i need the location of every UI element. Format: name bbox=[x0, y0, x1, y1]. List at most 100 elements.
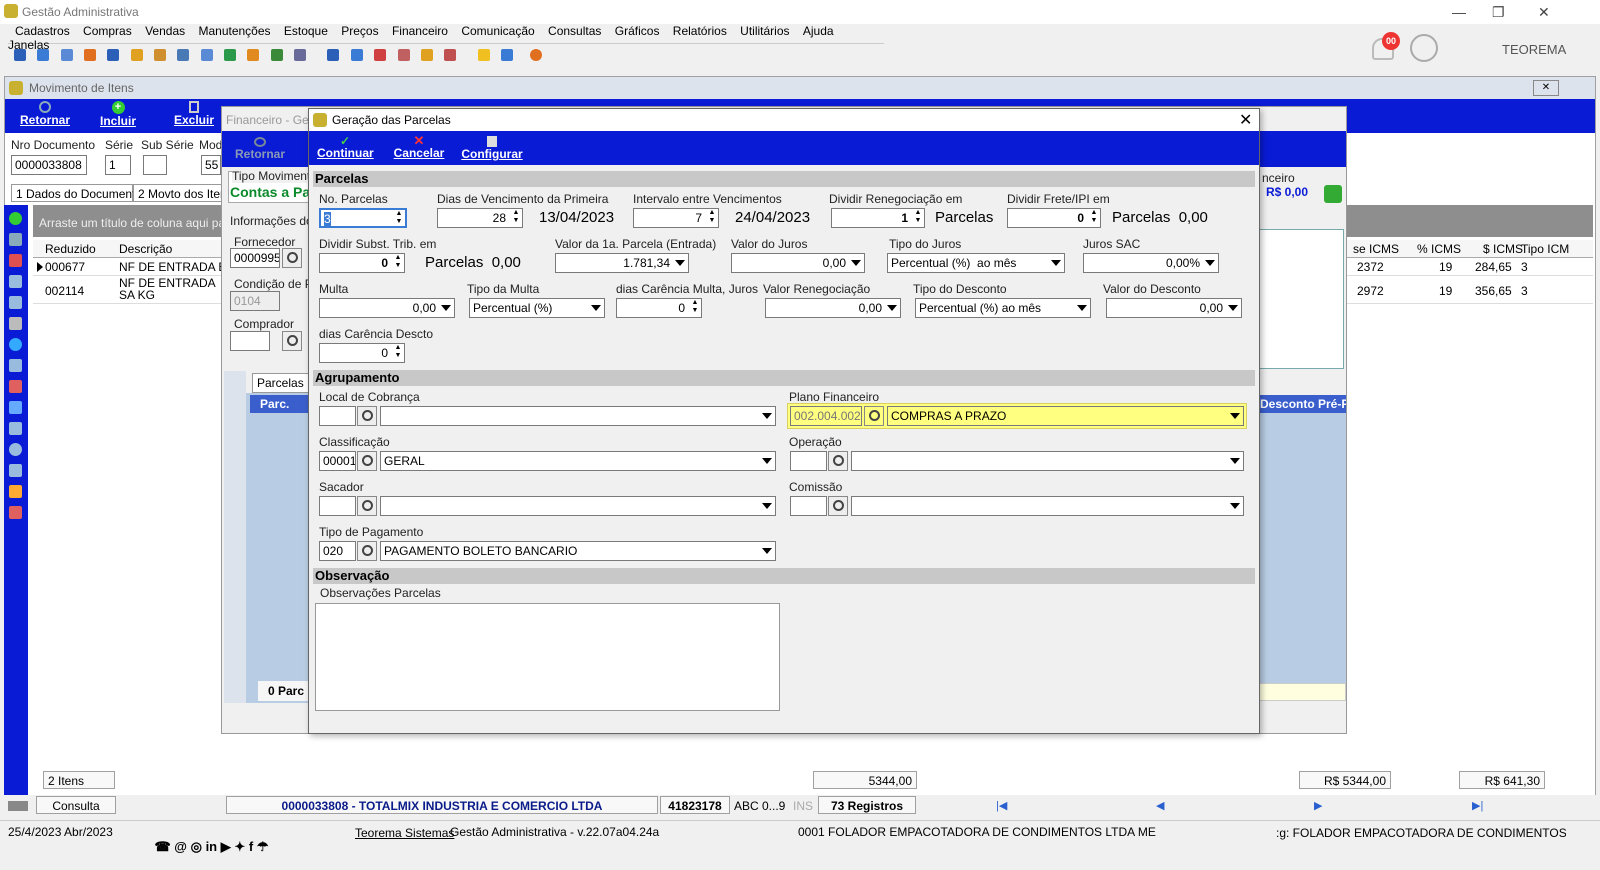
close-icon[interactable]: ✕ bbox=[1538, 4, 1550, 21]
sidebar-icon[interactable] bbox=[9, 275, 22, 288]
col-val-icms[interactable]: $ ICMS bbox=[1483, 242, 1523, 256]
chevron-down-icon[interactable] bbox=[762, 458, 772, 464]
sidebar-icon[interactable] bbox=[9, 506, 22, 519]
sidebar-icon[interactable] bbox=[9, 485, 22, 498]
chevron-down-icon[interactable] bbox=[851, 260, 861, 266]
search-icon[interactable] bbox=[828, 451, 848, 471]
chevron-down-icon[interactable] bbox=[675, 260, 685, 266]
obs-parcelas-textarea[interactable] bbox=[315, 603, 780, 711]
valor-juros-input[interactable]: 0,00 bbox=[731, 253, 865, 273]
search-icon[interactable] bbox=[357, 451, 377, 471]
toolbar-icon[interactable] bbox=[327, 49, 340, 61]
sidebar-icon[interactable] bbox=[9, 359, 22, 372]
local-cobranca-select[interactable] bbox=[380, 406, 776, 426]
configurar-button[interactable]: Configurar bbox=[461, 136, 523, 161]
toolbar-icon[interactable] bbox=[294, 49, 307, 61]
operacao-code[interactable] bbox=[790, 451, 827, 471]
menu-cadastros[interactable]: Cadastros bbox=[15, 24, 70, 38]
valor-desconto-input[interactable]: 0,00 bbox=[1106, 298, 1242, 318]
financeiro-retornar-button[interactable]: Retornar bbox=[234, 137, 286, 161]
toolbar-icon[interactable] bbox=[84, 49, 97, 61]
sacador-select[interactable] bbox=[380, 496, 776, 516]
chevron-down-icon[interactable] bbox=[887, 305, 897, 311]
comprador-field[interactable] bbox=[230, 331, 270, 351]
menu-relatorios[interactable]: Relatórios bbox=[673, 24, 727, 38]
facebook-icon[interactable]: f bbox=[249, 839, 253, 854]
restore-icon[interactable]: ❐ bbox=[1492, 4, 1505, 21]
youtube-icon[interactable]: ▶ bbox=[221, 839, 231, 854]
menu-consultas[interactable]: Consultas bbox=[548, 24, 601, 38]
col-parc[interactable]: Parc. bbox=[250, 395, 308, 413]
chevron-down-icon[interactable] bbox=[1230, 503, 1240, 509]
search-icon[interactable] bbox=[282, 248, 302, 268]
toolbar-icon[interactable] bbox=[444, 49, 457, 61]
tab-dados-documento[interactable]: 1 Dados do Documento bbox=[11, 184, 142, 202]
col-pct-icms[interactable]: % ICMS bbox=[1417, 242, 1461, 256]
col-desconto-pre[interactable]: Desconto Pré-F bbox=[1258, 395, 1346, 413]
incluir-button[interactable]: + Incluir bbox=[97, 101, 139, 128]
col-descricao[interactable]: Descrição bbox=[119, 242, 172, 256]
tipo-pagamento-code[interactable]: 020 bbox=[319, 541, 356, 561]
tab-movto-itens[interactable]: 2 Movto dos Itens bbox=[133, 184, 223, 202]
menu-estoque[interactable]: Estoque bbox=[284, 24, 328, 38]
sidebar-icon[interactable] bbox=[9, 464, 22, 477]
toolbar-icon[interactable] bbox=[500, 49, 513, 61]
chevron-down-icon[interactable] bbox=[762, 413, 772, 419]
spin-icon[interactable]: ▲ ▼ bbox=[510, 209, 522, 227]
intervalo-input[interactable]: 7 ▲ ▼ bbox=[633, 208, 719, 228]
condicao-field[interactable]: 0104 bbox=[230, 291, 280, 311]
book-icon[interactable] bbox=[9, 380, 22, 393]
logo-icon[interactable]: ☂ bbox=[257, 839, 269, 854]
tipo-desconto-select[interactable]: Percentual (%) ao mês bbox=[915, 298, 1091, 318]
sidebar-icon[interactable] bbox=[9, 254, 22, 267]
spin-icon[interactable]: ▲ ▼ bbox=[689, 299, 701, 317]
linkedin-icon[interactable]: in bbox=[206, 839, 218, 854]
spin-icon[interactable]: ▲ ▼ bbox=[392, 254, 404, 272]
classificacao-select[interactable]: GERAL bbox=[380, 451, 776, 471]
plano-financeiro-code[interactable]: 002.004.002 bbox=[790, 406, 862, 426]
menu-graficos[interactable]: Gráficos bbox=[615, 24, 660, 38]
toolbar-icon[interactable] bbox=[130, 49, 143, 61]
continuar-button[interactable]: ✓ Continuar bbox=[317, 135, 374, 160]
mod-field[interactable]: 55 bbox=[201, 155, 221, 175]
dividir-subst-input[interactable]: 0 ▲ ▼ bbox=[319, 253, 405, 273]
instagram-icon[interactable]: ◎ bbox=[191, 839, 202, 854]
chevron-down-icon[interactable] bbox=[1051, 260, 1061, 266]
toolbar-icon[interactable] bbox=[270, 49, 283, 61]
dias-carencia-multa-input[interactable]: 0 ▲ ▼ bbox=[616, 298, 702, 318]
spin-icon[interactable]: ▲ ▼ bbox=[912, 209, 924, 227]
power-icon[interactable] bbox=[530, 49, 543, 61]
serie-field[interactable]: 1 bbox=[105, 155, 131, 175]
chevron-down-icon[interactable] bbox=[441, 305, 451, 311]
chevron-down-icon[interactable] bbox=[1205, 260, 1215, 266]
chevron-down-icon[interactable] bbox=[762, 503, 772, 509]
tipo-multa-select[interactable]: Percentual (%) bbox=[469, 298, 605, 318]
twitter-icon[interactable]: ✦ bbox=[234, 839, 245, 854]
spin-icon[interactable]: ▲ ▼ bbox=[393, 210, 405, 226]
valor-1a-input[interactable]: 1.781,34 bbox=[555, 253, 689, 273]
info-icon[interactable] bbox=[9, 338, 22, 351]
tipo-juros-select[interactable]: Percentual (%) ao mês bbox=[887, 253, 1065, 273]
col-tipo-icms[interactable]: Tipo ICM bbox=[1521, 242, 1569, 256]
chevron-down-icon[interactable] bbox=[1230, 413, 1240, 419]
menu-comunicacao[interactable]: Comunicação bbox=[461, 24, 534, 38]
search-icon[interactable] bbox=[282, 331, 302, 351]
sacador-code[interactable] bbox=[319, 496, 356, 516]
money-bag-icon[interactable] bbox=[1324, 185, 1342, 203]
toolbar-icon[interactable] bbox=[420, 49, 433, 61]
menu-precos[interactable]: Preços bbox=[341, 24, 378, 38]
excluir-button[interactable]: Excluir bbox=[171, 101, 217, 127]
col-reduzido[interactable]: Reduzido bbox=[45, 242, 96, 256]
phone-icon[interactable]: ☎ bbox=[154, 839, 170, 854]
toolbar-icon[interactable] bbox=[177, 49, 190, 61]
dividir-frete-input[interactable]: 0 ▲ ▼ bbox=[1007, 208, 1101, 228]
spin-icon[interactable]: ▲ ▼ bbox=[392, 344, 404, 362]
avatar[interactable] bbox=[1410, 34, 1438, 62]
menu-ajuda[interactable]: Ajuda bbox=[803, 24, 834, 38]
fornecedor-field[interactable]: 0000995 bbox=[230, 248, 280, 268]
col-base-icms[interactable]: se ICMS bbox=[1353, 242, 1399, 256]
chevron-down-icon[interactable] bbox=[1228, 305, 1238, 311]
toolbar-icon[interactable] bbox=[247, 49, 260, 61]
close-icon[interactable]: ✕ bbox=[1533, 80, 1559, 96]
toolbar-icon[interactable] bbox=[374, 49, 387, 61]
